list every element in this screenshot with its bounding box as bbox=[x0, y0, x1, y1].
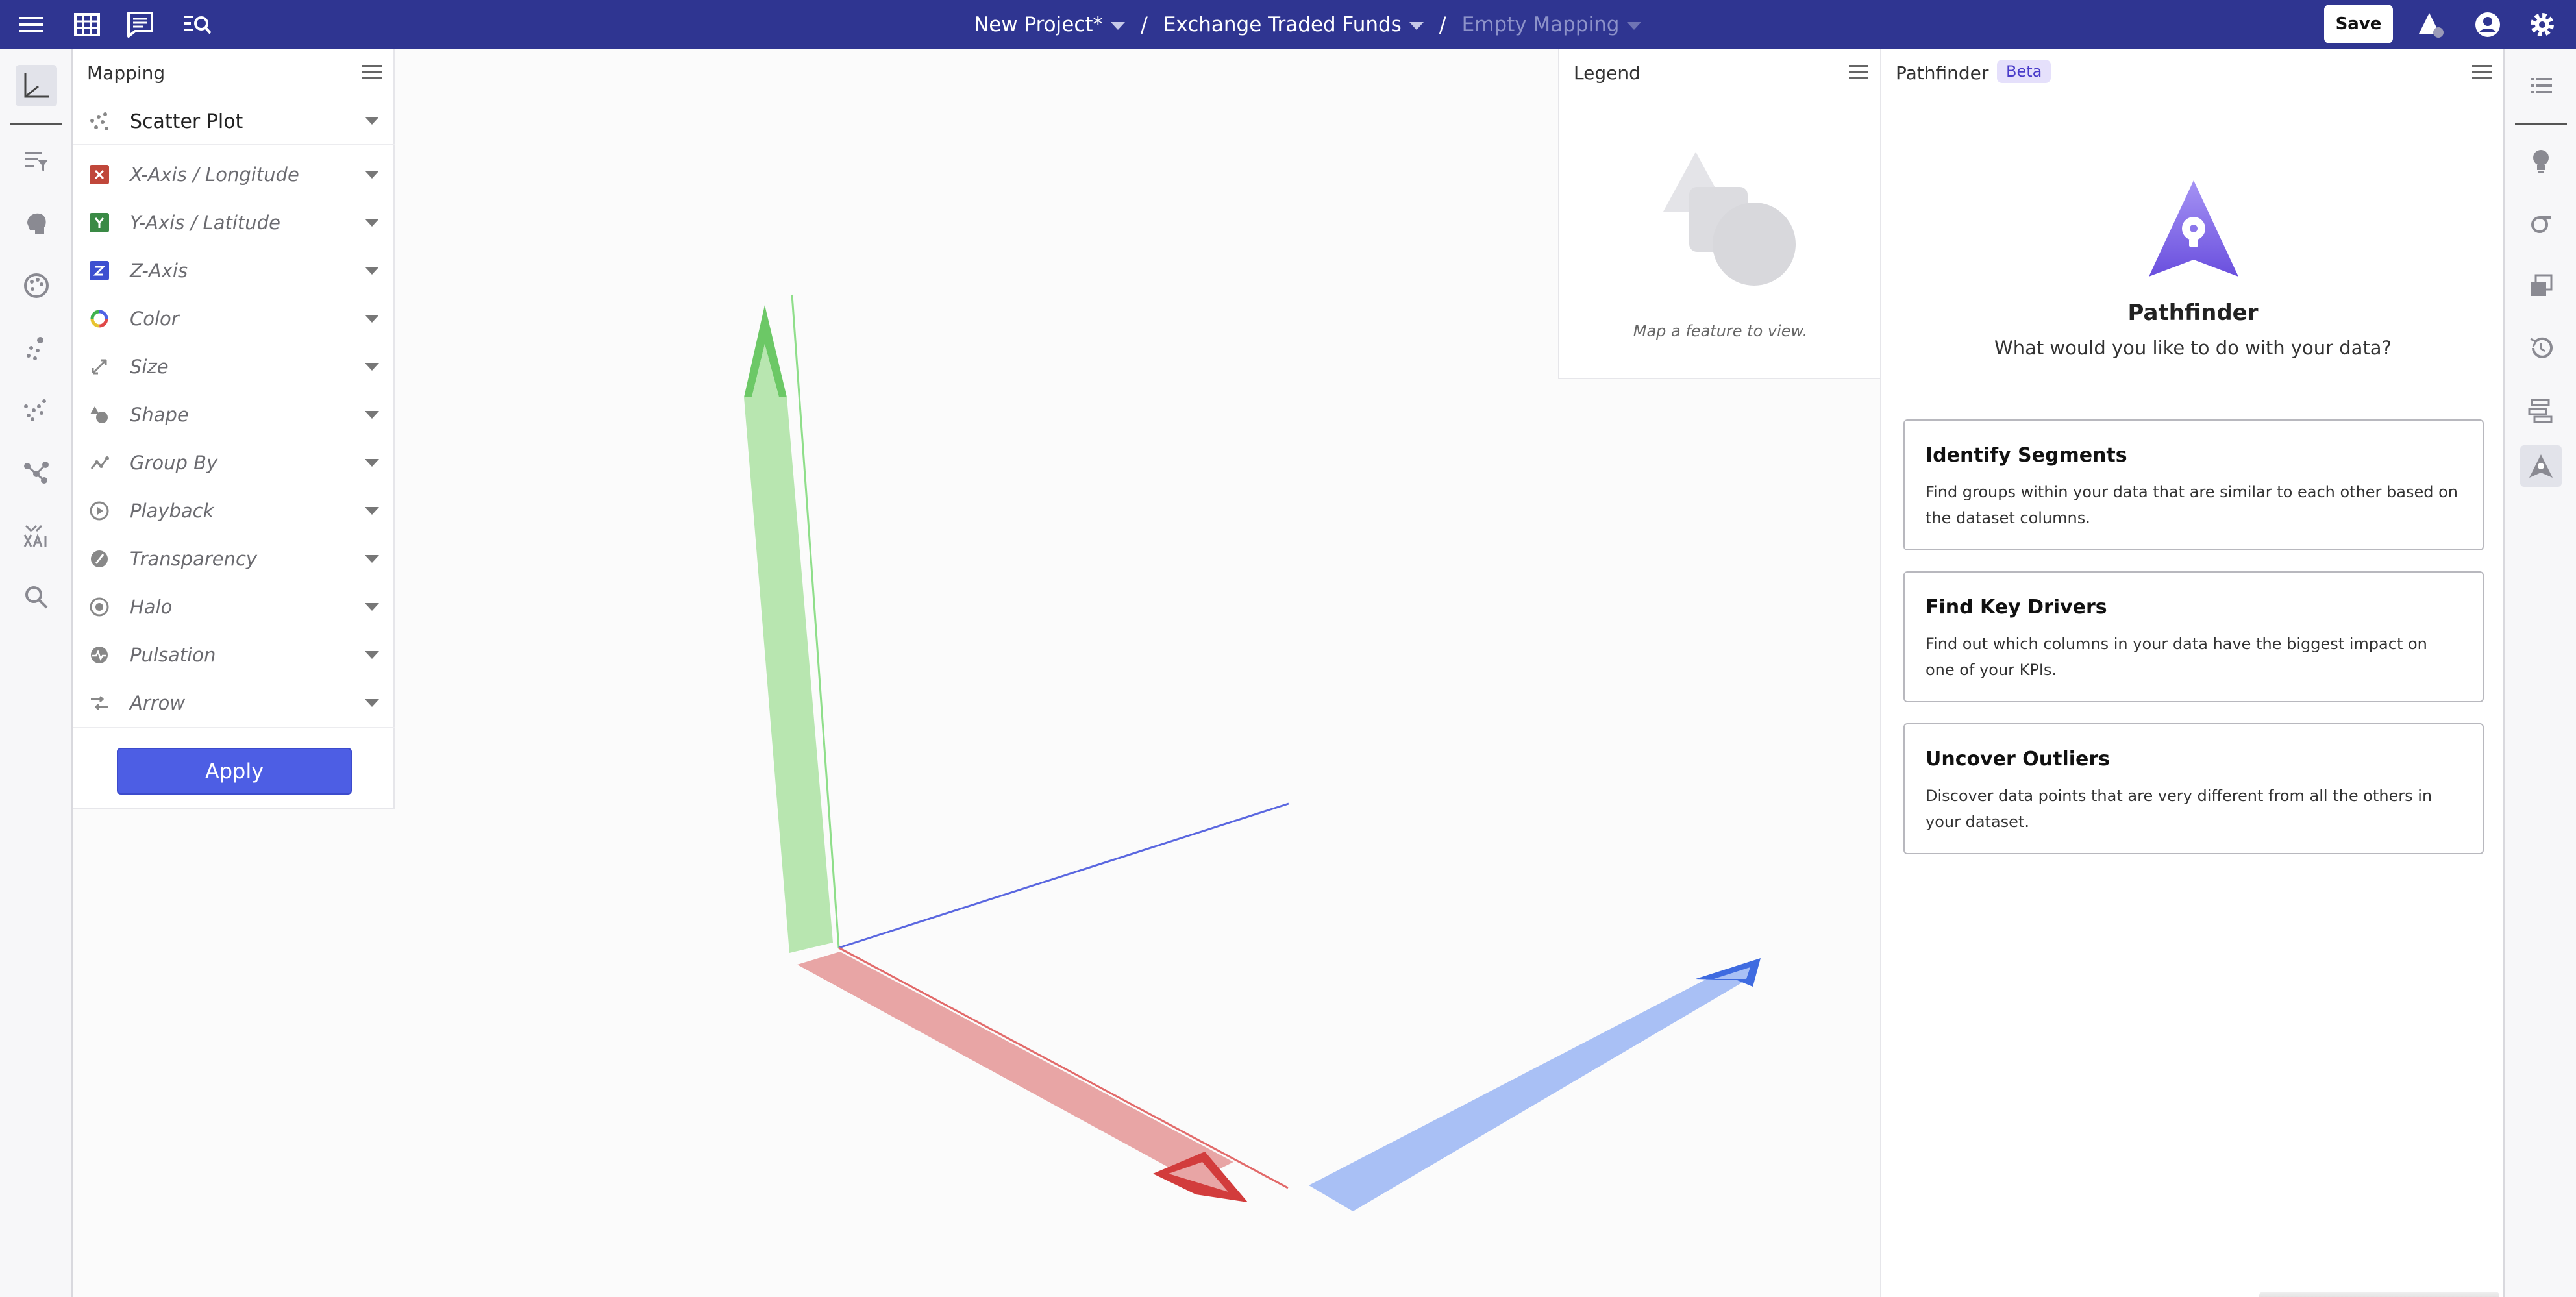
card-title: Find Key Drivers bbox=[1926, 596, 2107, 619]
legend-panel: Legend Map a feature to view. bbox=[1558, 49, 1880, 379]
pathfinder-panel-title: Pathfinder bbox=[1896, 62, 1989, 84]
card-description: Find groups within your data that are si… bbox=[1926, 483, 2458, 527]
workflow-tool[interactable] bbox=[2520, 389, 2562, 431]
lightbulb-icon bbox=[2533, 150, 2549, 173]
stacked-reports-icon bbox=[2531, 274, 2553, 296]
shapes-placeholder-icon bbox=[1663, 152, 1796, 286]
z-axis-shaft bbox=[1309, 969, 1753, 1211]
pathfinder-heading: Pathfinder bbox=[2127, 300, 2259, 326]
uncover-outliers-card[interactable]: Uncover Outliers Discover data points th… bbox=[1903, 723, 2484, 854]
pathfinder-tool[interactable] bbox=[2520, 445, 2562, 487]
legend-empty-message: Map a feature to view. bbox=[1633, 322, 1808, 340]
list-details-icon bbox=[2531, 78, 2552, 93]
x-axis-reference-line bbox=[838, 946, 1289, 1189]
details-tool[interactable] bbox=[2520, 65, 2562, 106]
x-axis-shaft bbox=[797, 952, 1233, 1181]
pathfinder-panel: Pathfinder Beta Pathfinder What would yo… bbox=[1880, 49, 2503, 1297]
card-title: Identify Segments bbox=[1926, 444, 2127, 467]
z-axis-reference-line bbox=[838, 802, 1289, 949]
panel-menu-icon[interactable] bbox=[1849, 64, 1868, 80]
card-description: Discover data points that are very diffe… bbox=[1926, 787, 2433, 831]
rail-divider bbox=[2515, 123, 2567, 125]
card-description: Find out which columns in your data have… bbox=[1926, 635, 2427, 679]
history-icon bbox=[2530, 337, 2553, 358]
right-tool-rail bbox=[2503, 49, 2576, 1297]
sigma-icon bbox=[2531, 216, 2551, 233]
identify-segments-card[interactable]: Identify Segments Find groups within you… bbox=[1903, 419, 2484, 550]
history-tool[interactable] bbox=[2520, 327, 2562, 369]
pathfinder-icon bbox=[2529, 454, 2553, 478]
legend-panel-title: Legend bbox=[1574, 62, 1641, 84]
find-key-drivers-card[interactable]: Find Key Drivers Find out which columns … bbox=[1903, 571, 2484, 702]
panel-menu-icon[interactable] bbox=[2472, 64, 2492, 80]
workflow-icon bbox=[2528, 399, 2553, 423]
scroll-shadow bbox=[2259, 1292, 2499, 1297]
statistics-tool[interactable] bbox=[2520, 203, 2562, 244]
reports-tool[interactable] bbox=[2520, 265, 2562, 306]
pathfinder-logo-icon bbox=[2149, 180, 2238, 277]
card-title: Uncover Outliers bbox=[1926, 748, 2111, 771]
pathfinder-subtitle: What would you like to do with your data… bbox=[1994, 337, 2392, 359]
ideas-tool[interactable] bbox=[2520, 140, 2562, 182]
beta-badge: Beta bbox=[1997, 60, 2051, 83]
